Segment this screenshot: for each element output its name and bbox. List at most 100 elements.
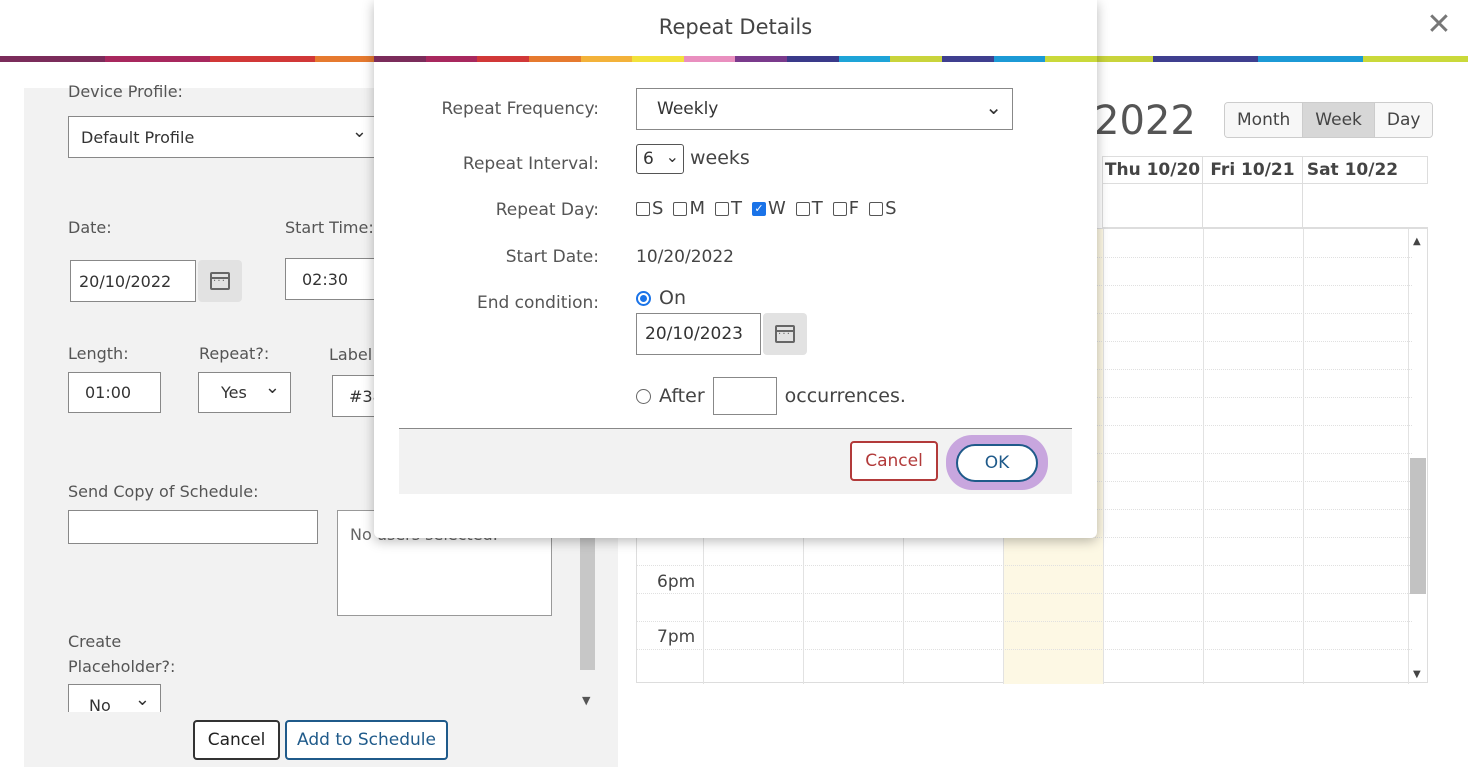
- occurrences-input[interactable]: [712, 377, 777, 415]
- scroll-down-icon[interactable]: ▼: [582, 694, 590, 707]
- day-checkbox-thu[interactable]: T: [795, 198, 823, 219]
- date-value: 20/10/2022: [79, 271, 172, 291]
- day-checkbox-sun[interactable]: S: [636, 198, 663, 219]
- frequency-select[interactable]: Weekly ⌄: [636, 88, 1013, 130]
- checkbox[interactable]: [795, 201, 810, 216]
- form-cancel-button[interactable]: Cancel: [193, 720, 280, 760]
- view-switcher: Month Week Day: [1224, 102, 1434, 138]
- send-copy-input[interactable]: [68, 510, 318, 544]
- stripe-segment: [942, 56, 994, 62]
- form-scrollbar[interactable]: [580, 538, 595, 670]
- after-label: After: [659, 385, 705, 407]
- device-profile-select[interactable]: Default Profile: [68, 116, 378, 158]
- date-label: Date:: [68, 218, 112, 237]
- checkbox[interactable]: [869, 201, 884, 216]
- interval-value: 6: [643, 149, 654, 169]
- grid-line: [637, 565, 1412, 566]
- view-week-button[interactable]: Week: [1303, 103, 1375, 137]
- stripe-segment: [735, 56, 788, 62]
- dialog-cancel-button[interactable]: Cancel: [850, 441, 938, 481]
- day-header[interactable]: Sat 10/22: [1302, 157, 1402, 183]
- scroll-thumb[interactable]: [1410, 458, 1426, 594]
- scroll-down-icon[interactable]: ▼: [1413, 669, 1421, 680]
- dialog-title: Repeat Details: [658, 15, 813, 39]
- occurrences-label: occurrences.: [784, 385, 906, 407]
- day-label: W: [767, 198, 786, 219]
- time-label: 6pm: [657, 572, 696, 592]
- all-day-cell[interactable]: [1202, 184, 1302, 227]
- date-input[interactable]: 20/10/2022: [70, 260, 196, 302]
- length-label: Length:: [68, 344, 129, 363]
- create-placeholder-select[interactable]: No: [68, 684, 161, 715]
- chevron-down-icon: ⌄: [665, 147, 679, 166]
- start-date-value: 10/20/2022: [636, 247, 734, 267]
- view-day-button[interactable]: Day: [1374, 103, 1433, 137]
- end-condition-label: End condition:: [476, 293, 599, 313]
- stripe-segment: [1045, 56, 1097, 62]
- time-label: 7pm: [657, 627, 696, 647]
- day-label: T: [730, 198, 742, 219]
- end-on-option[interactable]: On: [636, 287, 686, 309]
- grid-line: [637, 621, 1412, 622]
- day-checkbox-sat[interactable]: S: [869, 198, 897, 219]
- scroll-up-icon[interactable]: ▲: [1413, 236, 1421, 247]
- stripe-segment: [993, 56, 1046, 62]
- day-label: S: [885, 198, 897, 219]
- interval-label: Repeat Interval:: [462, 154, 599, 174]
- send-copy-label: Send Copy of Schedule:: [68, 482, 259, 501]
- calendar-icon: [210, 272, 230, 290]
- stripe-segment: [683, 56, 736, 62]
- stripe-segment: [838, 56, 891, 62]
- repeat-value: Yes: [221, 383, 247, 402]
- checkbox[interactable]: [636, 201, 650, 216]
- checkbox[interactable]: [673, 201, 688, 216]
- interval-unit: weeks: [690, 147, 750, 169]
- dialog-ok-button[interactable]: OK: [956, 443, 1038, 482]
- stripe-segment: [477, 56, 529, 62]
- interval-select[interactable]: 6 ⌄: [636, 144, 684, 174]
- checkbox[interactable]: [714, 201, 729, 216]
- day-label: S: [652, 198, 664, 219]
- grid-column-line: [1103, 229, 1104, 684]
- add-to-schedule-button[interactable]: Add to Schedule: [285, 720, 448, 760]
- day-label: F: [848, 198, 860, 219]
- all-day-cell[interactable]: [1302, 184, 1402, 227]
- stripe-segment: [104, 56, 210, 62]
- chevron-down-icon: ⌄: [985, 95, 1002, 119]
- stripe-segment: [374, 56, 426, 62]
- day-checkbox-fri[interactable]: F: [832, 198, 860, 219]
- day-checkbox-wed[interactable]: ✓ W: [751, 198, 786, 219]
- view-month-button[interactable]: Month: [1225, 103, 1304, 137]
- day-header[interactable]: Fri 10/21: [1202, 157, 1302, 183]
- length-input[interactable]: 01:00: [68, 372, 161, 413]
- calendar-day-headers: Thu 10/20 Fri 10/21 Sat 10/22: [1102, 156, 1428, 184]
- radio-unselected[interactable]: [636, 388, 651, 404]
- day-header[interactable]: Thu 10/20: [1102, 157, 1202, 183]
- stripe-segment: [1258, 56, 1364, 62]
- radio-selected[interactable]: [636, 290, 651, 306]
- day-checkbox-tue[interactable]: T: [714, 198, 742, 219]
- create-placeholder-value: No: [89, 696, 111, 715]
- close-icon[interactable]: ✕: [1424, 10, 1454, 40]
- checkbox-checked[interactable]: ✓: [751, 201, 766, 216]
- end-after-option: After occurrences.: [636, 377, 906, 415]
- day-label: M: [689, 198, 705, 219]
- dialog-stripe: [374, 56, 1097, 62]
- all-day-cell[interactable]: [1102, 184, 1202, 227]
- end-date-input[interactable]: 20/10/2023: [636, 313, 761, 355]
- repeat-select[interactable]: Yes: [198, 372, 291, 413]
- day-checkbox-mon[interactable]: M: [673, 198, 705, 219]
- grid-column-line: [1303, 229, 1304, 684]
- ok-focus-ring: OK: [946, 435, 1048, 490]
- calendar-title: 2022: [1094, 98, 1196, 144]
- device-profile-label: Device Profile:: [68, 82, 183, 101]
- end-date-value: 20/10/2023: [645, 324, 743, 344]
- stripe-segment: [0, 56, 105, 62]
- calendar-scrollbar[interactable]: ▲ ▼: [1410, 232, 1426, 682]
- dialog-footer: Cancel OK: [399, 428, 1072, 494]
- end-date-picker-button[interactable]: [763, 313, 807, 355]
- start-time-input[interactable]: 02:30: [285, 258, 380, 300]
- grid-column-line: [1408, 229, 1409, 684]
- checkbox[interactable]: [832, 201, 847, 216]
- date-picker-button[interactable]: [198, 260, 242, 302]
